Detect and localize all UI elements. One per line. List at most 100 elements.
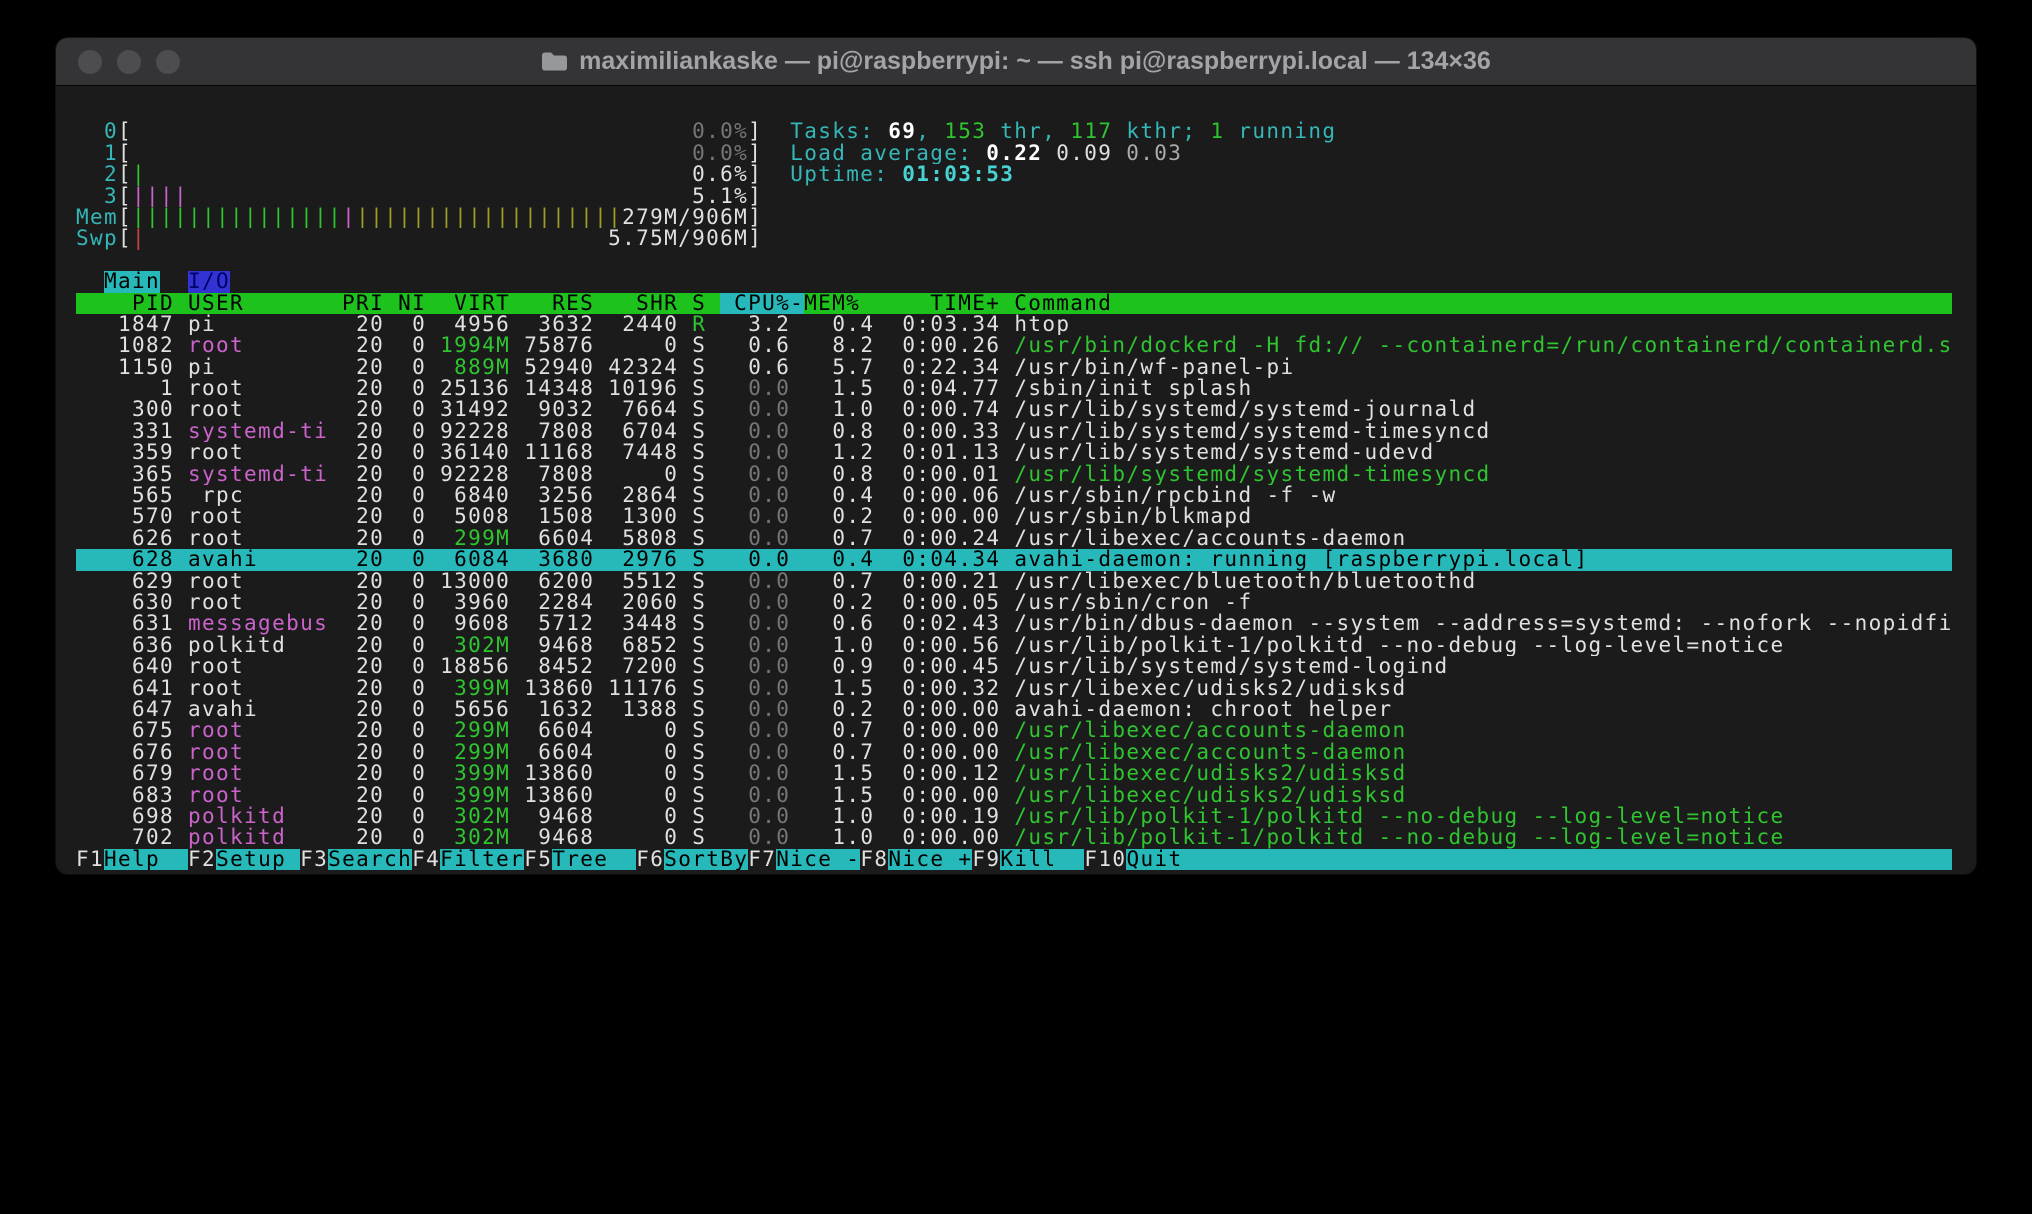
fkey-f2[interactable]: F2	[188, 849, 216, 870]
cell-user: root	[188, 763, 328, 784]
process-row[interactable]: 359 root 20 0 36140 11168 7448 S 0.0 1.2…	[76, 442, 1952, 463]
fkey-f4-label[interactable]: Filter	[440, 849, 524, 870]
cell-time: 0:00.05	[888, 592, 1000, 613]
fkey-f2-label[interactable]: Setup	[216, 849, 300, 870]
process-row[interactable]: 683 root 20 0 399M 13860 0 S 0.0 1.5 0:0…	[76, 785, 1952, 806]
text-segment	[174, 571, 188, 592]
meter-bar-yellow: |||||||||||||||||||	[356, 207, 622, 228]
fkey-f1[interactable]: F1	[76, 849, 104, 870]
process-row[interactable]: 628 avahi 20 0 6084 3680 2976 S 0.0 0.4 …	[76, 549, 1952, 570]
terminal[interactable]: 0[ 0.0%] Tasks: 69, 153 thr, 117 kthr; 1…	[56, 86, 1976, 870]
zoom-button[interactable]	[156, 50, 180, 74]
fkey-f8[interactable]: F8	[860, 849, 888, 870]
process-row[interactable]: 626 root 20 0 299M 6604 5808 S 0.0 0.7 0…	[76, 528, 1952, 549]
text-segment	[874, 720, 888, 741]
text-segment	[384, 442, 398, 463]
text-segment	[174, 357, 188, 378]
text-segment	[510, 506, 524, 527]
process-row[interactable]: 641 root 20 0 399M 13860 11176 S 0.0 1.5…	[76, 678, 1952, 699]
cell-command: /usr/sbin/rpcbind -f -w	[1014, 485, 1952, 506]
process-row[interactable]: 570 root 20 0 5008 1508 1300 S 0.0 0.2 0…	[76, 506, 1952, 527]
process-row[interactable]: 365 systemd-ti 20 0 92228 7808 0 S 0.0 0…	[76, 464, 1952, 485]
cell-pid: 570	[76, 506, 174, 527]
tab-main[interactable]: Main	[104, 271, 160, 292]
fkey-f3-label[interactable]: Search	[328, 849, 412, 870]
cell-shr: 0	[608, 464, 678, 485]
cell-shr: 0	[608, 335, 678, 356]
cell-user: root	[188, 378, 328, 399]
process-row[interactable]: 629 root 20 0 13000 6200 5512 S 0.0 0.7 …	[76, 571, 1952, 592]
meter-1: 1[ 0.0%] Load average: 0.22 0.09 0.03	[76, 143, 1952, 164]
fkey-f7[interactable]: F7	[748, 849, 776, 870]
fkey-f7-label[interactable]: Nice -	[776, 849, 860, 870]
minimize-button[interactable]	[117, 50, 141, 74]
process-row[interactable]: 331 systemd-ti 20 0 92228 7808 6704 S 0.…	[76, 421, 1952, 442]
process-row[interactable]: 636 polkitd 20 0 302M 9468 6852 S 0.0 1.…	[76, 635, 1952, 656]
text-segment	[706, 442, 720, 463]
fkey-f5-label[interactable]: Tree	[552, 849, 636, 870]
cell-command: /usr/libexec/udisks2/udisksd	[1014, 678, 1952, 699]
info-segment: Load average:	[790, 143, 986, 164]
text-segment	[1000, 656, 1014, 677]
cell-command: /usr/libexec/accounts-daemon	[1014, 720, 1952, 741]
cell-state: S	[692, 528, 706, 549]
cell-state: S	[692, 378, 706, 399]
process-row[interactable]: 1 root 20 0 25136 14348 10196 S 0.0 1.5 …	[76, 378, 1952, 399]
cell-mem: 0.7	[804, 528, 874, 549]
process-row[interactable]: 1847 pi 20 0 4956 3632 2440 R 3.2 0.4 0:…	[76, 314, 1952, 335]
process-row[interactable]: 1082 root 20 0 1994M 75876 0 S 0.6 8.2 0…	[76, 335, 1952, 356]
fkey-f6[interactable]: F6	[636, 849, 664, 870]
cell-mem: 5.7	[804, 357, 874, 378]
text-segment	[706, 571, 720, 592]
cell-pri: 20	[342, 785, 384, 806]
info-segment: 117	[1070, 121, 1112, 142]
fkey-f9[interactable]: F9	[972, 849, 1000, 870]
table-header[interactable]: PID USER PRI NI VIRT RES SHR S CPU%-MEM%…	[76, 293, 1952, 314]
text-segment	[510, 699, 524, 720]
text-segment	[174, 314, 188, 335]
cell-user: systemd-ti	[188, 421, 328, 442]
text-segment	[678, 314, 692, 335]
process-row[interactable]: 630 root 20 0 3960 2284 2060 S 0.0 0.2 0…	[76, 592, 1952, 613]
fkey-f1-label[interactable]: Help	[104, 849, 188, 870]
process-row[interactable]: 679 root 20 0 399M 13860 0 S 0.0 1.5 0:0…	[76, 763, 1952, 784]
process-row[interactable]: 1150 pi 20 0 889M 52940 42324 S 0.6 5.7 …	[76, 357, 1952, 378]
cell-virt: 5008	[440, 506, 510, 527]
fkey-f6-label[interactable]: SortBy	[664, 849, 748, 870]
process-row[interactable]: 675 root 20 0 299M 6604 0 S 0.0 0.7 0:00…	[76, 720, 1952, 741]
text-segment	[874, 742, 888, 763]
process-row[interactable]: 647 avahi 20 0 5656 1632 1388 S 0.0 0.2 …	[76, 699, 1952, 720]
fkey-f5[interactable]: F5	[524, 849, 552, 870]
cell-cpu: 0.0	[720, 378, 790, 399]
process-row[interactable]: 698 polkitd 20 0 302M 9468 0 S 0.0 1.0 0…	[76, 806, 1952, 827]
cell-command: avahi-daemon: chroot helper	[1014, 699, 1952, 720]
process-row[interactable]: 631 messagebus 20 0 9608 5712 3448 S 0.0…	[76, 613, 1952, 634]
text-segment	[1000, 314, 1014, 335]
titlebar[interactable]: maximiliankaske — pi@raspberrypi: ~ — ss…	[56, 38, 1976, 86]
tab-io[interactable]: I/O	[188, 271, 230, 292]
meter-label: 3	[76, 186, 118, 207]
fkey-f8-label[interactable]: Nice +	[888, 849, 972, 870]
process-row[interactable]: 676 root 20 0 299M 6604 0 S 0.0 0.7 0:00…	[76, 742, 1952, 763]
fkey-f10-label[interactable]: Quit	[1126, 849, 1210, 870]
text-segment	[762, 164, 790, 185]
fkey-f4[interactable]: F4	[412, 849, 440, 870]
info-segment: 153	[944, 121, 986, 142]
text-segment	[510, 763, 524, 784]
text-segment	[790, 656, 804, 677]
process-row[interactable]: 565 _rpc 20 0 6840 3256 2864 S 0.0 0.4 0…	[76, 485, 1952, 506]
text-segment	[510, 485, 524, 506]
fkey-f3[interactable]: F3	[300, 849, 328, 870]
text-segment	[594, 806, 608, 827]
text-segment	[510, 613, 524, 634]
text-segment	[678, 485, 692, 506]
process-row[interactable]: 300 root 20 0 31492 9032 7664 S 0.0 1.0 …	[76, 399, 1952, 420]
close-button[interactable]	[78, 50, 102, 74]
text-segment	[594, 357, 608, 378]
cell-pri: 20	[342, 357, 384, 378]
process-row[interactable]: 702 polkitd 20 0 302M 9468 0 S 0.0 1.0 0…	[76, 827, 1952, 848]
cell-mem: 0.2	[804, 699, 874, 720]
fkey-f10[interactable]: F10	[1084, 849, 1126, 870]
process-row[interactable]: 640 root 20 0 18856 8452 7200 S 0.0 0.9 …	[76, 656, 1952, 677]
fkey-f9-label[interactable]: Kill	[1000, 849, 1084, 870]
